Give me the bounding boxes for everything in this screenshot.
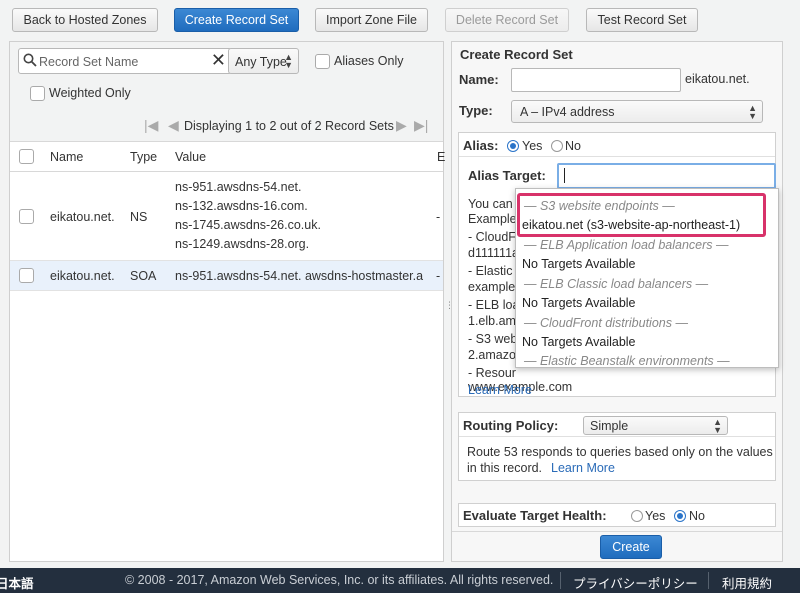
routing-policy-section: Routing Policy: Simple ▲ ▼ Route 53 respo… xyxy=(458,412,776,481)
evaluate-no-radio[interactable] xyxy=(674,510,686,522)
dropdown-option[interactable]: No Targets Available xyxy=(522,257,636,271)
record-sets-panel: Record Set Name ✕ Any Type ▲ ▼ Aliases On… xyxy=(9,41,445,562)
alias-no-radio[interactable] xyxy=(551,140,563,152)
evaluate-yes-radio[interactable] xyxy=(631,510,643,522)
record-type-select[interactable]: A – IPv4 address ▲ ▼ xyxy=(511,100,763,123)
name-label: Name: xyxy=(459,72,499,87)
routing-help-text: in this record. xyxy=(467,461,543,475)
footer-divider xyxy=(708,572,709,589)
panel-splitter-handle[interactable]: ⋮ xyxy=(445,300,454,311)
routing-policy-row: Routing Policy: Simple ▲ ▼ xyxy=(459,413,775,437)
row-value: ns-132.awsdns-16.com. xyxy=(175,199,308,213)
row-checkbox[interactable] xyxy=(19,209,34,224)
evaluate-no-label: No xyxy=(689,509,705,523)
copyright-text: © 2008 - 2017, Amazon Web Services, Inc.… xyxy=(125,573,554,587)
select-arrows-icon: ▲ ▼ xyxy=(748,103,757,121)
select-arrows-icon: ▲ ▼ xyxy=(284,52,293,70)
test-record-set-button[interactable]: Test Record Set xyxy=(586,8,698,32)
search-icon xyxy=(23,53,37,67)
prev-page-icon[interactable]: ◀ xyxy=(168,117,179,134)
alias-help-line: d111111a xyxy=(468,246,519,260)
row-extra: - xyxy=(436,269,441,283)
privacy-policy-link[interactable]: プライバシーポリシー xyxy=(573,573,698,592)
alias-yes-label: Yes xyxy=(522,139,543,153)
row-value: ns-951.awsdns-54.net. xyxy=(175,180,302,194)
clear-search-icon[interactable]: ✕ xyxy=(211,50,226,71)
select-arrows-icon: ▲ ▼ xyxy=(713,417,722,435)
import-zone-file-button[interactable]: Import Zone File xyxy=(315,8,428,32)
dropdown-group-header: — Elastic Beanstalk environments — xyxy=(524,354,730,368)
terms-link[interactable]: 利用規約 xyxy=(722,573,772,592)
evaluate-target-health-section: Evaluate Target Health: Yes No xyxy=(458,503,776,527)
create-button[interactable]: Create xyxy=(600,535,662,559)
alias-row: Alias: Yes No xyxy=(459,133,775,157)
pager-text: Displaying 1 to 2 out of 2 Record Sets xyxy=(184,119,394,133)
column-type[interactable]: Type xyxy=(130,150,157,164)
search-placeholder: Record Set Name xyxy=(39,55,139,69)
record-set-search-input[interactable]: Record Set Name ✕ xyxy=(18,48,232,74)
routing-policy-select[interactable]: Simple ▲ ▼ xyxy=(583,416,728,435)
row-type: SOA xyxy=(130,269,157,283)
select-all-checkbox[interactable] xyxy=(19,149,34,164)
first-page-icon[interactable]: |◀ xyxy=(144,117,158,134)
type-label: Type: xyxy=(459,103,493,118)
alias-learn-more-link[interactable]: Learn More xyxy=(468,381,532,400)
filter-bar: Record Set Name ✕ Any Type ▲ ▼ Aliases On… xyxy=(10,42,443,142)
column-name[interactable]: Name xyxy=(50,150,83,164)
weighted-only-label: Weighted Only xyxy=(49,86,131,100)
aliases-only-label: Aliases Only xyxy=(334,54,404,68)
footer-divider xyxy=(560,572,561,589)
type-filter-value: Any Type xyxy=(235,55,287,69)
row-name: eikatou.net. xyxy=(50,269,115,283)
dropdown-option[interactable]: No Targets Available xyxy=(522,296,636,310)
alias-label: Alias: xyxy=(463,138,499,153)
record-type-value: A – IPv4 address xyxy=(520,105,615,119)
delete-record-set-button[interactable]: Delete Record Set xyxy=(445,8,569,32)
alias-yes-radio[interactable] xyxy=(507,140,519,152)
toolbar: Back to Hosted Zones Create Record Set I… xyxy=(0,0,800,40)
create-record-set-button[interactable]: Create Record Set xyxy=(174,8,299,32)
row-name: eikatou.net. xyxy=(50,210,115,224)
text-cursor xyxy=(564,168,565,183)
dropdown-group-header: — CloudFront distributions — xyxy=(524,316,688,330)
table-row[interactable]: eikatou.net. SOA ns-951.awsdns-54.net. a… xyxy=(10,261,443,291)
routing-policy-label: Routing Policy: xyxy=(463,418,559,433)
alias-target-input[interactable] xyxy=(557,163,776,189)
evaluate-yes-label: Yes xyxy=(645,509,666,523)
type-filter-select[interactable]: Any Type ▲ ▼ xyxy=(228,48,299,74)
table-header: Name Type Value E xyxy=(10,142,445,172)
row-value: ns-1745.awsdns-26.co.uk. xyxy=(175,218,321,232)
column-value[interactable]: Value xyxy=(175,150,206,164)
dropdown-group-header: — ELB Classic load balancers — xyxy=(524,277,709,291)
dropdown-option[interactable]: No Targets Available xyxy=(522,335,636,349)
panel-title: Create Record Set xyxy=(460,47,573,62)
language-selector[interactable]: 日本語 xyxy=(0,573,34,592)
next-page-icon[interactable]: ▶ xyxy=(396,117,407,134)
row-type: NS xyxy=(130,210,148,224)
name-input[interactable] xyxy=(511,68,681,92)
divider xyxy=(452,531,782,532)
column-e[interactable]: E xyxy=(437,150,445,164)
weighted-only-checkbox[interactable] xyxy=(30,86,45,101)
routing-learn-more-link[interactable]: Learn More xyxy=(551,459,615,478)
alias-target-label: Alias Target: xyxy=(468,168,546,183)
back-to-hosted-zones-button[interactable]: Back to Hosted Zones xyxy=(12,8,158,32)
row-value: ns-1249.awsdns-28.org. xyxy=(175,237,310,251)
alias-help-line: example. xyxy=(468,280,519,294)
dropdown-group-header: — ELB Application load balancers — xyxy=(524,238,729,252)
row-checkbox[interactable] xyxy=(19,268,34,283)
table-row[interactable]: eikatou.net. NS ns-951.awsdns-54.net. ns… xyxy=(10,173,443,261)
highlight-annotation xyxy=(517,193,766,237)
footer: 日本語 © 2008 - 2017, Amazon Web Services, … xyxy=(0,568,800,593)
alias-no-label: No xyxy=(565,139,581,153)
row-extra: - xyxy=(436,210,441,224)
routing-policy-value: Simple xyxy=(590,419,629,433)
name-suffix: eikatou.net. xyxy=(685,72,750,86)
row-value: ns-951.awsdns-54.net. awsdns-hostmaster.… xyxy=(175,269,423,283)
aliases-only-checkbox[interactable] xyxy=(315,54,330,69)
last-page-icon[interactable]: ▶| xyxy=(414,117,428,134)
evaluate-target-health-label: Evaluate Target Health: xyxy=(463,508,607,523)
